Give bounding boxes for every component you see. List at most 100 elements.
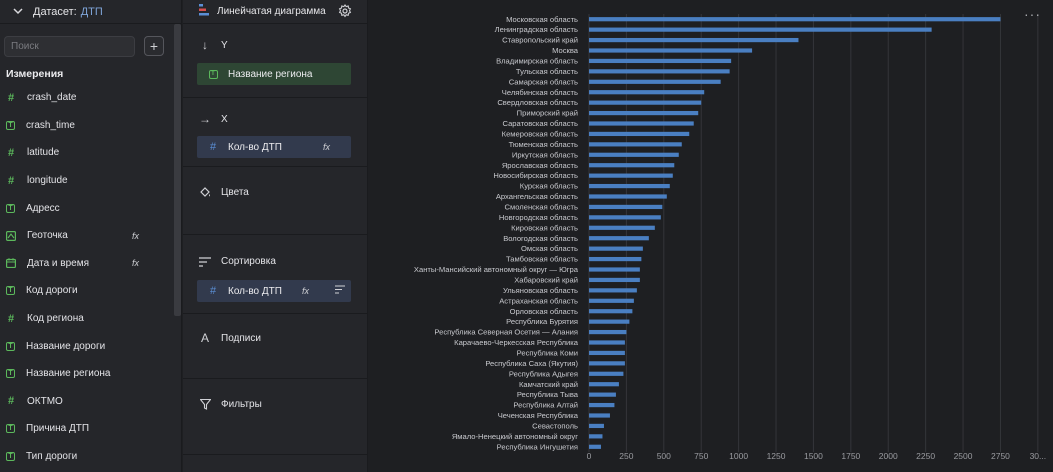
- labels-section-title: Подписи: [221, 332, 261, 344]
- field-item[interactable]: T Адресс: [0, 194, 170, 222]
- x-field-chip[interactable]: # Кол-во ДТП fx: [197, 136, 351, 158]
- bar[interactable]: [589, 246, 643, 251]
- bar[interactable]: [589, 215, 661, 220]
- sort-field-chip[interactable]: # Кол-во ДТП fx: [197, 280, 351, 302]
- labels-section: A Подписи: [183, 315, 368, 379]
- bar[interactable]: [589, 27, 932, 32]
- field-item[interactable]: # crash_date: [0, 84, 170, 112]
- bar[interactable]: [589, 288, 637, 293]
- bar[interactable]: [589, 90, 705, 95]
- bar[interactable]: [589, 121, 694, 126]
- field-item[interactable]: T Причина ДТП: [0, 415, 170, 443]
- bar[interactable]: [589, 194, 667, 199]
- bar[interactable]: [589, 256, 642, 262]
- formula-icon[interactable]: fx: [323, 142, 330, 152]
- field-name: Геоточка: [27, 230, 68, 242]
- formula-icon[interactable]: fx: [132, 258, 139, 268]
- bar[interactable]: [589, 309, 633, 314]
- string-icon: T: [6, 203, 15, 213]
- y-category-label: Ямало-Ненецкий автономный округ: [452, 432, 578, 441]
- bar[interactable]: [589, 329, 627, 335]
- plus-icon: +: [149, 38, 159, 54]
- y-category-label: Приморский край: [517, 109, 578, 118]
- field-name: longitude: [27, 175, 68, 187]
- bar[interactable]: [589, 131, 690, 137]
- bar[interactable]: [589, 361, 625, 366]
- field-item[interactable]: # longitude: [0, 167, 170, 195]
- bar[interactable]: [589, 142, 682, 147]
- dataset-name[interactable]: ДТП: [81, 6, 103, 18]
- chevron-down-icon[interactable]: [11, 5, 25, 19]
- search-input[interactable]: [4, 36, 135, 57]
- bar[interactable]: [589, 298, 634, 303]
- add-field-button[interactable]: +: [144, 36, 164, 56]
- bar[interactable]: [589, 402, 615, 408]
- bar[interactable]: [589, 163, 675, 168]
- number-icon: #: [7, 91, 15, 104]
- y-category-label: Ульяновская область: [503, 286, 578, 295]
- field-item[interactable]: # latitude: [0, 139, 170, 167]
- bar[interactable]: [589, 152, 679, 157]
- bar[interactable]: [589, 434, 603, 439]
- bar[interactable]: [589, 371, 624, 376]
- field-item[interactable]: Tcrash_time: [0, 112, 170, 140]
- scrollbar[interactable]: [174, 24, 181, 316]
- bar[interactable]: [589, 392, 616, 397]
- bar[interactable]: [589, 173, 673, 178]
- bar[interactable]: [589, 444, 601, 449]
- bar[interactable]: [589, 48, 753, 53]
- field-name: Название региона: [26, 368, 111, 380]
- bar[interactable]: [589, 236, 649, 241]
- field-item[interactable]: T Название региона: [0, 360, 170, 388]
- bar[interactable]: [589, 382, 619, 387]
- bar[interactable]: [589, 204, 663, 210]
- dataset-panel: Датасет: ДТП + Измерения # crash_date Tcra…: [0, 0, 182, 472]
- field-item[interactable]: T Код дороги: [0, 277, 170, 305]
- bar[interactable]: [589, 319, 630, 324]
- field-item[interactable]: T Тип дороги: [0, 443, 170, 471]
- bar[interactable]: [589, 69, 730, 74]
- x-field-label: Кол-во ДТП: [228, 141, 282, 153]
- string-icon: T: [6, 424, 15, 434]
- bar[interactable]: [589, 423, 604, 429]
- bar[interactable]: [589, 37, 799, 43]
- sort-direction-icon[interactable]: [335, 285, 345, 294]
- bar[interactable]: [589, 58, 732, 64]
- field-name: Причина ДТП: [26, 423, 90, 435]
- y-field-label: Название региона: [228, 68, 313, 80]
- y-category-label: Астраханская область: [499, 296, 578, 305]
- bar[interactable]: [589, 277, 640, 283]
- field-item[interactable]: # ОКТМО: [0, 388, 170, 416]
- field-item[interactable]: Дата и время fx: [0, 250, 170, 278]
- y-field-chip[interactable]: T Название региона: [197, 63, 351, 85]
- bar[interactable]: [589, 267, 640, 272]
- bar[interactable]: [589, 17, 1001, 22]
- bar[interactable]: [589, 340, 625, 345]
- bar[interactable]: [589, 100, 702, 105]
- dataset-selector[interactable]: Датасет: ДТП: [0, 0, 182, 24]
- bar[interactable]: [589, 413, 610, 418]
- bar[interactable]: [589, 110, 699, 116]
- field-list: # crash_date Tcrash_time # latitude # longitud…: [0, 84, 170, 470]
- x-tick-label: 0: [587, 451, 592, 461]
- bar[interactable]: [589, 79, 721, 84]
- field-item[interactable]: Геоточка fx: [0, 222, 170, 250]
- x-tick-label: 500: [657, 451, 671, 461]
- sort-section-title: Сортировка: [221, 256, 276, 267]
- field-item[interactable]: # Код региона: [0, 305, 170, 333]
- text-label-icon: A: [200, 331, 209, 345]
- bar[interactable]: [589, 225, 655, 230]
- chart-type-selector[interactable]: Линейчатая диаграмма: [183, 0, 368, 24]
- bar-chart-icon: [199, 4, 209, 19]
- formula-icon[interactable]: fx: [302, 286, 309, 296]
- field-name: crash_time: [26, 119, 75, 131]
- y-category-label: Тамбовская область: [506, 255, 578, 264]
- sort-field-label: Кол-во ДТП: [228, 285, 282, 297]
- formula-icon[interactable]: fx: [132, 231, 139, 241]
- x-tick-label: 1750: [841, 451, 860, 461]
- bar[interactable]: [589, 350, 625, 356]
- more-options-icon[interactable]: ···: [1024, 7, 1041, 21]
- field-item[interactable]: T Название дороги: [0, 332, 170, 360]
- bar[interactable]: [589, 183, 670, 189]
- gear-icon[interactable]: [338, 4, 352, 18]
